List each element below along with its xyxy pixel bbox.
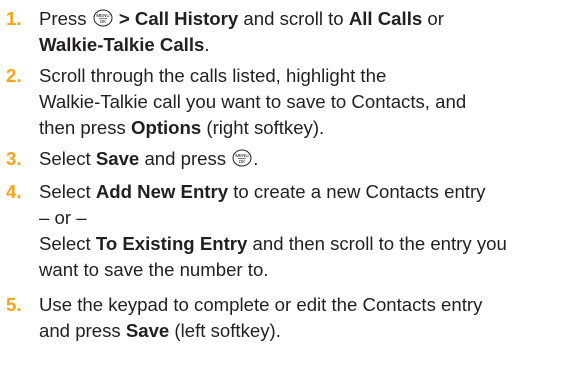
step-text: Select Save and press MENU OK . [39, 148, 259, 169]
menu-ok-key-icon: MENU OK [232, 149, 252, 167]
menu-key-bottom-label: OK [99, 19, 106, 24]
step-text: Scroll through the calls listed, highlig… [39, 65, 467, 138]
step-number: 3. [6, 148, 22, 169]
step-number: 2. [6, 65, 22, 86]
menu-key-top-label: MENU [96, 13, 109, 18]
menu-ok-key-icon: MENU OK [93, 9, 113, 27]
step-text: Press MENU OK > Call History and scroll … [39, 8, 444, 55]
step-text: Use the keypad to complete or edit the C… [39, 294, 483, 341]
step-text: Select Add New Entry to create a new Con… [39, 179, 569, 283]
step-number: 5. [6, 294, 22, 315]
step-number: 1. [6, 8, 22, 29]
menu-key-bottom-label: OK [239, 159, 246, 164]
menu-key-top-label: MENU [236, 153, 249, 158]
or-separator: – or – [39, 207, 87, 228]
step-number: 4. [6, 181, 22, 202]
instructions-page: 1. Press MENU OK > Call History and scro… [0, 0, 569, 372]
